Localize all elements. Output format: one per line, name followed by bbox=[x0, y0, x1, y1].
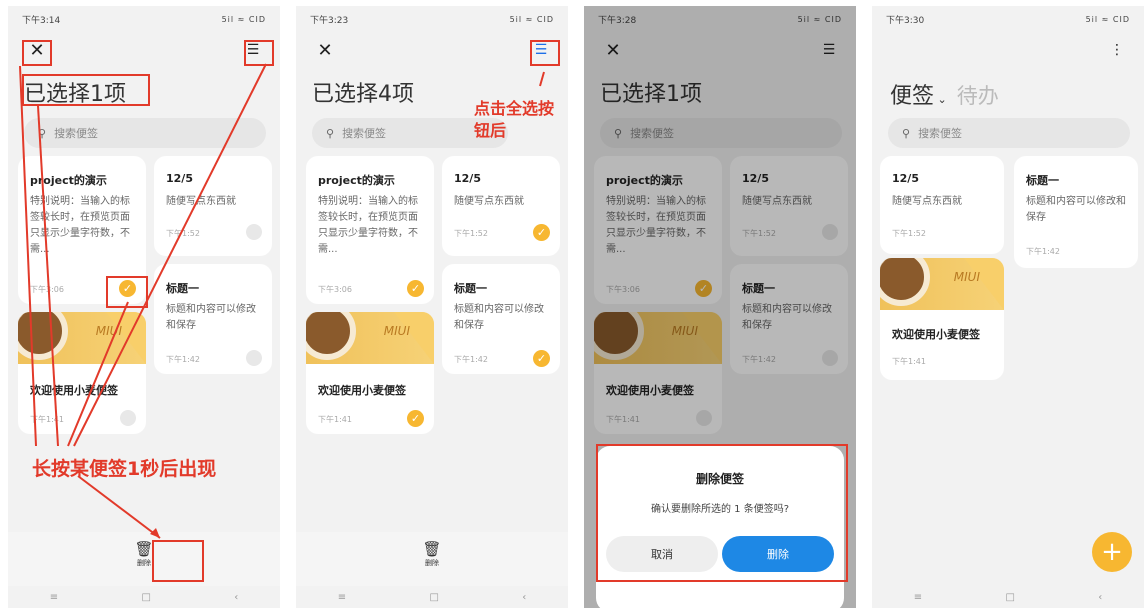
note-title: 欢迎使用小麦便签 bbox=[892, 328, 980, 341]
annotation-arrows bbox=[539, 71, 545, 87]
status-bar: 下午3:30 5il ≈ CID bbox=[886, 12, 1130, 26]
banner-paper bbox=[964, 258, 1004, 310]
note-body: 随便写点东西就 bbox=[892, 196, 962, 207]
note-time: 下午1:42 bbox=[1026, 247, 1060, 256]
search-placeholder: 搜索便签 bbox=[918, 127, 963, 140]
search-icon: ⚲ bbox=[902, 126, 911, 140]
note-card-title-one[interactable]: 标题一 标题和内容可以修改和保存 下午1:42 bbox=[1014, 156, 1138, 268]
status-icons: 5il ≈ CID bbox=[1085, 14, 1130, 24]
home-nav-icon[interactable]: □ bbox=[1005, 592, 1014, 603]
coffee-cup-icon bbox=[880, 258, 930, 306]
annotation-line-1: 点击全选按 bbox=[474, 99, 555, 118]
note-body: 标题和内容可以修改和保存 bbox=[1026, 196, 1126, 223]
annotation-arrows bbox=[19, 63, 267, 539]
screen-1: 下午3:14 5il ≈ CID ✕ ☰ 已选择1项 ⚲ 搜索便签 projec… bbox=[8, 6, 280, 608]
chevron-down-icon: ⌄ bbox=[934, 93, 947, 106]
screen-2: 下午3:23 5il ≈ CID ✕ ☰ 已选择4项 ⚲ 搜索便签 projec… bbox=[296, 6, 568, 608]
more-icon[interactable]: ⋮ bbox=[1104, 38, 1130, 62]
screen-3: 下午3:28 5il ≈ CID ✕ ☰ 已选择1项 ⚲ 搜索便签 projec… bbox=[584, 6, 856, 608]
note-card-12-5[interactable]: 12/5 随便写点东西就 下午1:52 bbox=[880, 156, 1004, 254]
note-card-welcome[interactable]: MIUI 欢迎使用小麦便签 下午1:41 bbox=[880, 258, 1004, 380]
back-nav-icon[interactable]: ‹ bbox=[1098, 592, 1102, 603]
note-time: 下午1:52 bbox=[892, 229, 926, 238]
add-note-button[interactable]: + bbox=[1092, 532, 1132, 572]
tab-bar: 便签 ⌄ 待办 bbox=[890, 78, 999, 110]
note-time: 下午1:41 bbox=[892, 357, 926, 366]
system-nav-bar: ≡ □ ‹ bbox=[872, 586, 1144, 608]
tab-notes-label: 便签 bbox=[890, 84, 935, 109]
annotation-box-dialog bbox=[596, 444, 848, 582]
menu-nav-icon[interactable]: ≡ bbox=[914, 592, 922, 603]
tab-notes[interactable]: 便签 ⌄ bbox=[890, 78, 947, 110]
tab-todo[interactable]: 待办 bbox=[957, 80, 999, 110]
annotation-line-2: 钮后 bbox=[474, 121, 507, 140]
annotation-text-select-all: 点击全选按 钮后 bbox=[474, 98, 554, 142]
miui-banner-image: MIUI bbox=[880, 258, 1004, 310]
miui-logo: MIUI bbox=[953, 270, 980, 284]
note-title: 12/5 bbox=[892, 172, 919, 185]
top-bar: ⋮ bbox=[884, 38, 1132, 64]
search-input[interactable]: ⚲ 搜索便签 bbox=[888, 118, 1130, 148]
status-time: 下午3:30 bbox=[886, 15, 925, 26]
screen-4: 下午3:30 5il ≈ CID ⋮ 便签 ⌄ 待办 ⚲ 搜索便签 12/5 随… bbox=[872, 6, 1144, 608]
note-title: 标题一 bbox=[1026, 174, 1059, 187]
